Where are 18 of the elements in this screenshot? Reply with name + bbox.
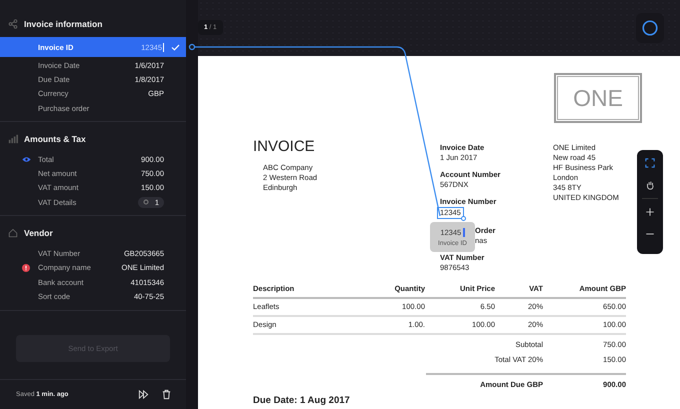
section-title: Vendor	[24, 228, 53, 238]
share-icon	[8, 19, 18, 29]
bar-chart-icon	[8, 134, 18, 144]
eye-icon[interactable]	[22, 156, 31, 163]
zoom-in-icon[interactable]	[645, 207, 655, 217]
hand-icon[interactable]	[645, 180, 655, 190]
section-title: Amounts & Tax	[24, 134, 86, 144]
company-logo: ONE	[554, 73, 642, 123]
status-button[interactable]	[636, 13, 664, 43]
ring-icon	[641, 19, 659, 37]
home-icon	[8, 228, 18, 238]
due-date: Due Date: 1 Aug 2017	[253, 394, 351, 406]
fit-screen-icon[interactable]	[645, 158, 655, 168]
section-title: Invoice information	[24, 19, 102, 29]
skip-forward-icon[interactable]	[138, 389, 149, 400]
check-icon[interactable]	[170, 44, 180, 50]
invoice-title: INVOICE	[253, 138, 316, 155]
trash-icon[interactable]	[161, 389, 172, 400]
